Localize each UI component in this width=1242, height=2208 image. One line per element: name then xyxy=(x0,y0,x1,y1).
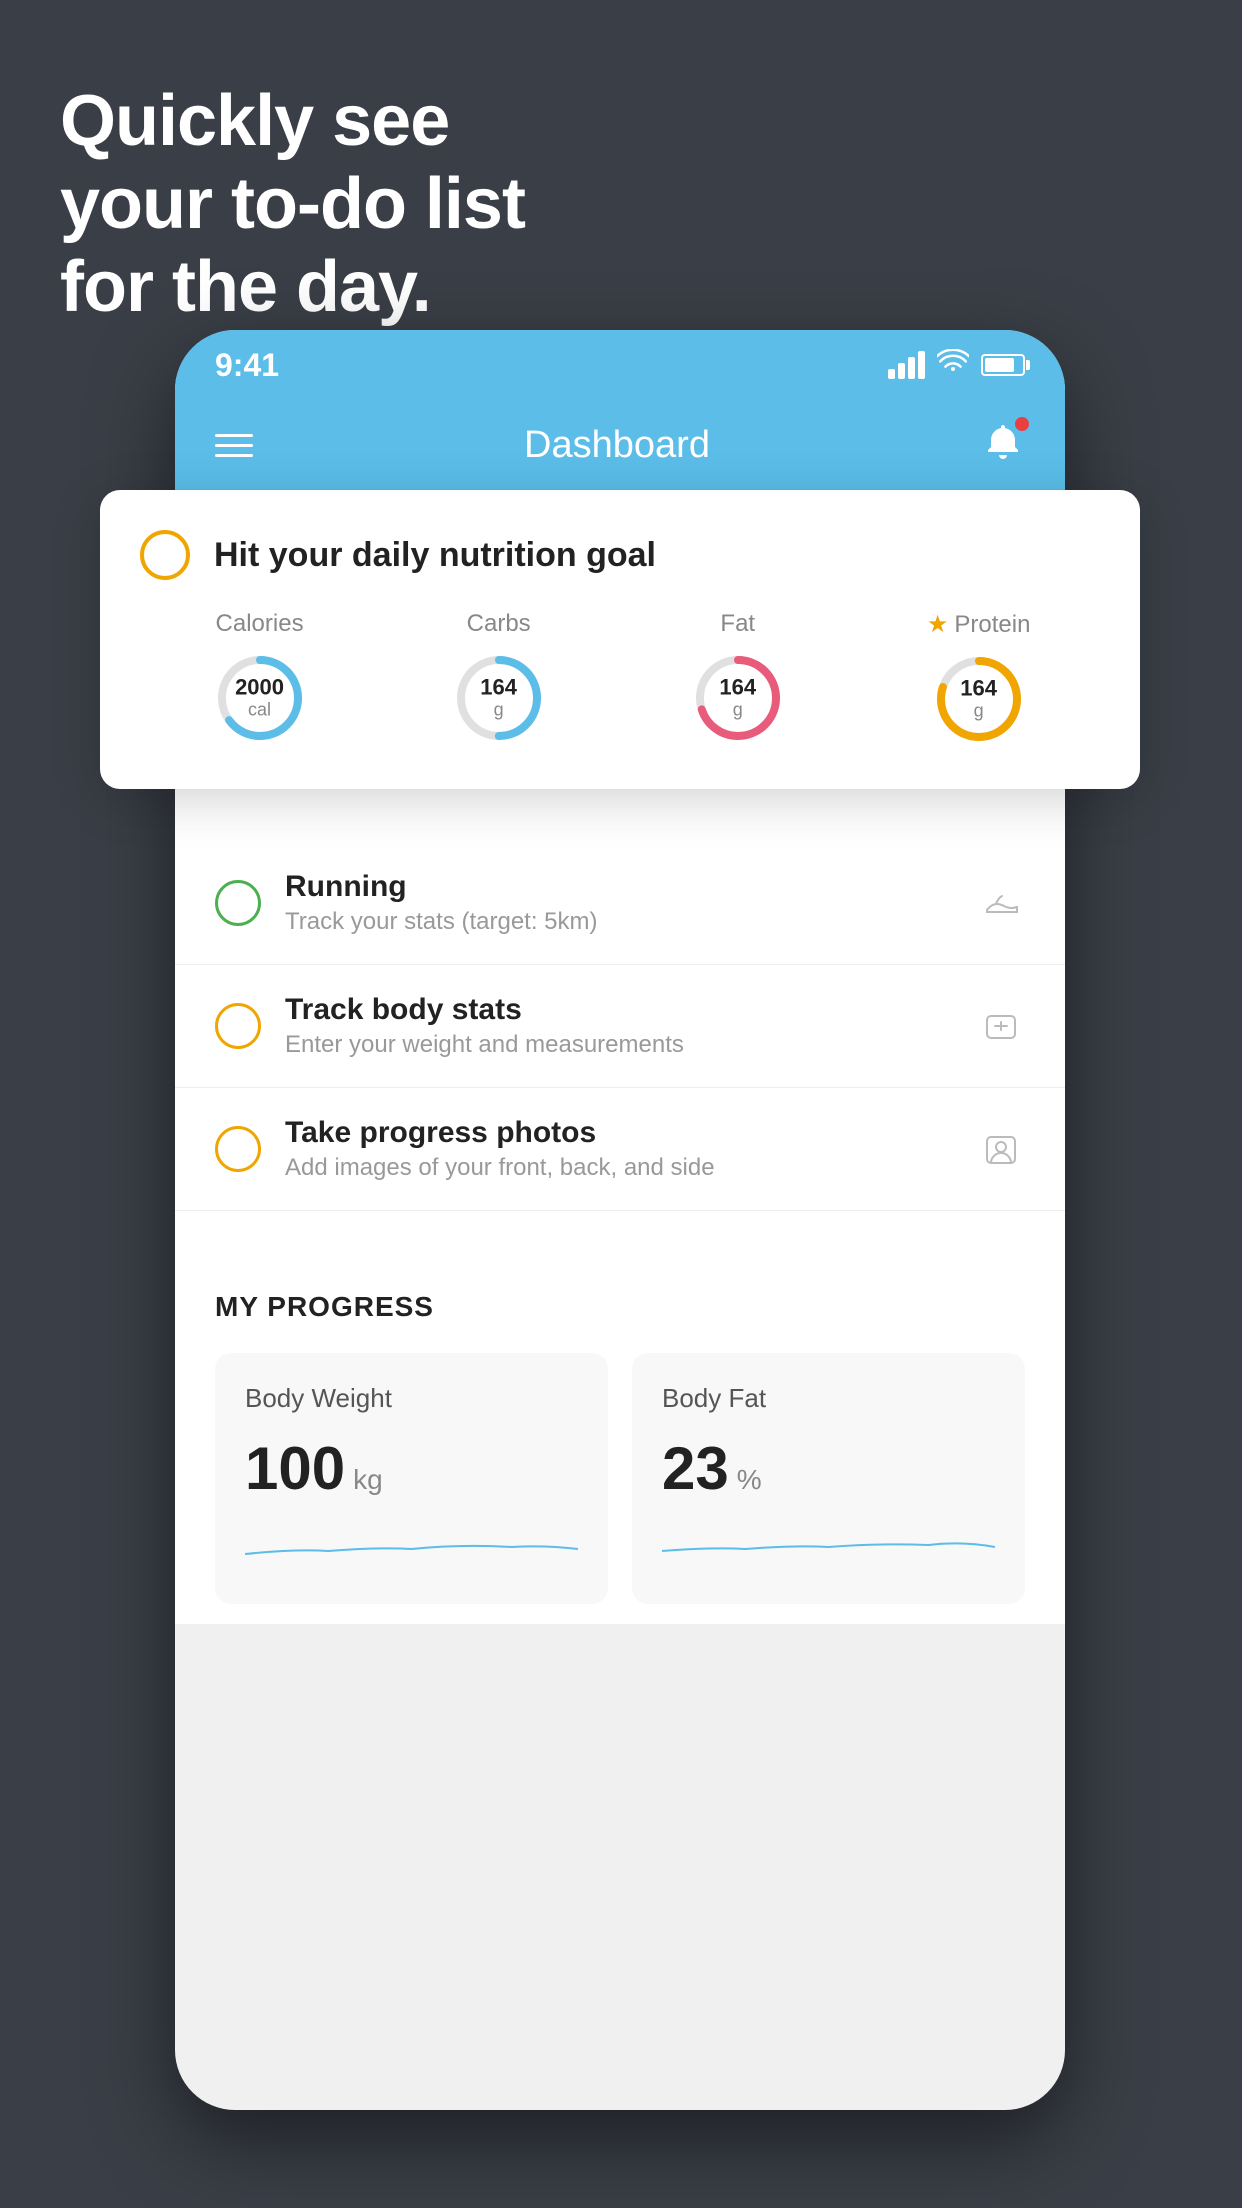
nutrient-fat: Fat 164 g xyxy=(688,610,788,748)
scale-icon xyxy=(977,1002,1025,1050)
body-fat-chart xyxy=(662,1519,995,1569)
fat-value: 164 xyxy=(719,675,756,699)
carbs-value: 164 xyxy=(480,675,517,699)
todo-subtitle-body-stats: Enter your weight and measurements xyxy=(285,1031,953,1059)
progress-header: MY PROGRESS xyxy=(215,1291,1025,1323)
progress-section: MY PROGRESS Body Weight 100 kg Body Fat xyxy=(175,1251,1065,1624)
star-icon: ★ xyxy=(927,610,949,639)
calories-unit: cal xyxy=(235,700,284,721)
protein-label: ★ Protein xyxy=(927,610,1031,639)
status-bar: 9:41 xyxy=(175,330,1065,400)
fat-unit: g xyxy=(719,700,756,721)
body-weight-chart xyxy=(245,1519,578,1569)
body-weight-title: Body Weight xyxy=(245,1383,578,1414)
hamburger-menu-button[interactable] xyxy=(215,434,253,457)
hero-text: Quickly see your to-do list for the day. xyxy=(60,80,525,328)
nutrient-carbs: Carbs 164 g xyxy=(449,610,549,748)
calories-label: Calories xyxy=(216,610,304,638)
calories-donut: 2000 cal xyxy=(210,648,310,748)
body-weight-value: 100 xyxy=(245,1434,345,1503)
status-icons xyxy=(888,349,1025,382)
todo-subtitle-progress-photos: Add images of your front, back, and side xyxy=(285,1154,953,1182)
body-fat-card[interactable]: Body Fat 23 % xyxy=(632,1353,1025,1604)
fat-donut: 164 g xyxy=(688,648,788,748)
nutrient-protein: ★ Protein 164 g xyxy=(927,610,1031,749)
nutrient-calories: Calories 2000 cal xyxy=(210,610,310,748)
notification-bell-button[interactable] xyxy=(981,421,1025,470)
calories-value: 2000 xyxy=(235,675,284,699)
carbs-unit: g xyxy=(480,700,517,721)
todo-title-progress-photos: Take progress photos xyxy=(285,1116,953,1150)
carbs-donut: 164 g xyxy=(449,648,549,748)
nav-title: Dashboard xyxy=(524,424,710,467)
wifi-icon xyxy=(937,349,969,382)
body-fat-unit: % xyxy=(737,1464,762,1496)
protein-value: 164 xyxy=(960,676,997,700)
battery-icon xyxy=(981,354,1025,376)
person-photo-icon xyxy=(977,1125,1025,1173)
todo-circle-body-stats xyxy=(215,1003,261,1049)
status-time: 9:41 xyxy=(215,347,279,384)
body-fat-value: 23 xyxy=(662,1434,729,1503)
todo-subtitle-running: Track your stats (target: 5km) xyxy=(285,908,953,936)
signal-bars-icon xyxy=(888,351,925,379)
todo-circle-running xyxy=(215,880,261,926)
todo-circle-progress-photos xyxy=(215,1126,261,1172)
body-weight-card[interactable]: Body Weight 100 kg xyxy=(215,1353,608,1604)
todo-item-body-stats[interactable]: Track body stats Enter your weight and m… xyxy=(175,965,1065,1088)
todo-item-progress-photos[interactable]: Take progress photos Add images of your … xyxy=(175,1088,1065,1211)
body-fat-title: Body Fat xyxy=(662,1383,995,1414)
nutrition-card-title: Hit your daily nutrition goal xyxy=(214,536,656,575)
carbs-label: Carbs xyxy=(467,610,531,638)
running-shoe-icon xyxy=(977,879,1025,927)
todo-title-body-stats: Track body stats xyxy=(285,993,953,1027)
nutrition-card: Hit your daily nutrition goal Calories 2… xyxy=(100,490,1140,789)
todo-list: Running Track your stats (target: 5km) T… xyxy=(175,842,1065,1211)
protein-donut: 164 g xyxy=(929,649,1029,749)
nutrition-check-circle xyxy=(140,530,190,580)
protein-unit: g xyxy=(960,701,997,722)
nutrition-row: Calories 2000 cal Carbs xyxy=(140,610,1100,749)
progress-cards: Body Weight 100 kg Body Fat 23 % xyxy=(215,1353,1025,1604)
todo-item-running[interactable]: Running Track your stats (target: 5km) xyxy=(175,842,1065,965)
todo-title-running: Running xyxy=(285,870,953,904)
nav-bar: Dashboard xyxy=(175,400,1065,490)
notification-dot xyxy=(1015,417,1029,431)
fat-label: Fat xyxy=(720,610,755,638)
body-weight-unit: kg xyxy=(353,1464,383,1496)
